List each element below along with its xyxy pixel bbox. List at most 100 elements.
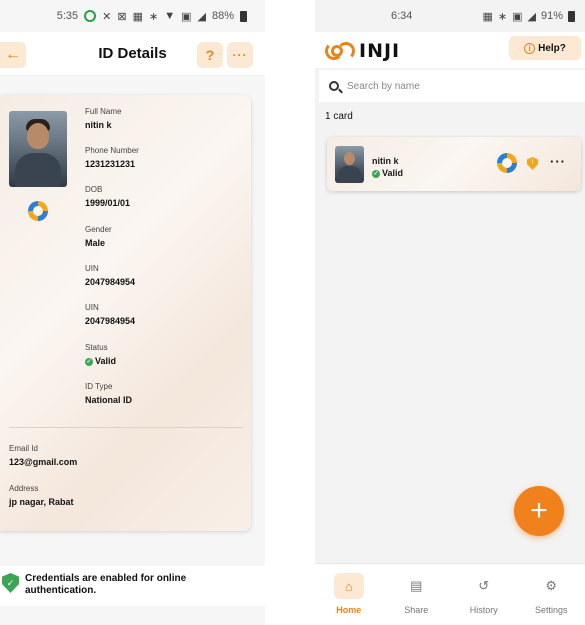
field-value: National ID: [85, 395, 133, 405]
field-full-name: Full Name nitin k: [85, 107, 121, 130]
field-gender: Gender Male: [85, 225, 112, 248]
field-value: Male: [85, 238, 106, 248]
home-icon: ⌂: [333, 573, 364, 599]
field-status: Status ✓ Valid: [85, 343, 116, 366]
field-value: 2047984954: [85, 277, 136, 287]
check-icon: ✓: [85, 357, 93, 366]
field-label: ID Type: [85, 382, 113, 391]
bottom-nav: ⌂ Home ▤ Share ↺ History ⚙ Settings: [315, 563, 585, 625]
divider: [9, 427, 243, 428]
field-email: Email Id 123@gmail.com: [9, 444, 77, 467]
field-dob: DOB 1999/01/01: [85, 185, 130, 208]
history-icon: ↺: [478, 578, 490, 593]
notice-text: Credentials are enabled for online authe…: [25, 573, 187, 596]
bluetooth-icon: ∗: [497, 10, 508, 23]
card-count: 1 card: [325, 111, 353, 122]
gear-icon: ⚙: [545, 578, 558, 593]
add-card-button[interactable]: +: [514, 486, 564, 536]
status-bar: 6:34 ▦ ∗ ▣ ◢ 91%: [315, 0, 585, 32]
help-button[interactable]: ?: [197, 42, 223, 68]
inji-logo: INJI: [325, 40, 400, 62]
brand-name: INJI: [359, 40, 401, 62]
page-header: ← ID Details ? ···: [0, 32, 265, 76]
field-value: jp nagar, Rabat: [9, 497, 74, 507]
field-label: Gender: [85, 225, 112, 234]
credential-card[interactable]: nitin k ✓ Valid ! ···: [327, 137, 581, 191]
tab-label: Settings: [534, 605, 568, 615]
profile-photo: [9, 111, 67, 187]
tab-label: Home: [336, 605, 362, 615]
field-id-type: ID Type National ID: [85, 382, 132, 405]
status-glyph: ▦: [482, 10, 493, 23]
search-placeholder: Search by name: [347, 80, 420, 92]
card-more-button[interactable]: ···: [550, 154, 566, 169]
field-label: DOB: [85, 185, 103, 194]
signal-icon: ◢: [197, 10, 206, 23]
shield-icon[interactable]: !: [527, 157, 538, 170]
battery-icon: [240, 10, 247, 22]
status-text: Valid: [95, 356, 117, 366]
check-icon: ✓: [372, 169, 380, 178]
status-glyph: ▣: [181, 10, 192, 23]
tab-label: History: [469, 605, 498, 615]
app-header: INJI i Help?: [315, 32, 585, 68]
help-button[interactable]: i Help?: [509, 36, 581, 60]
battery-icon: [568, 10, 575, 22]
help-label: Help?: [538, 42, 566, 54]
field-label: Email Id: [9, 444, 38, 453]
tab-history[interactable]: ↺ History: [450, 564, 518, 625]
battery-percent: 88%: [211, 10, 234, 22]
status-glyph: ▦: [132, 10, 143, 23]
online-auth-notice: ✓ Credentials are enabled for online aut…: [0, 566, 265, 606]
field-value: 2047984954: [85, 316, 136, 326]
wifi-icon: ▼: [164, 10, 176, 22]
status-time: 6:34: [391, 10, 413, 22]
card-holder-name: nitin k: [372, 156, 399, 166]
tab-share[interactable]: ▤ Share: [383, 564, 451, 625]
field-value: 1999/01/01: [85, 198, 131, 208]
status-text: Valid: [382, 168, 404, 178]
page-title: ID Details: [98, 45, 167, 62]
search-input[interactable]: Search by name: [319, 70, 585, 102]
status-bar: 5:35 ✕ ⊠ ▦ ∗ ▼ ▣ ◢ 88%: [0, 0, 265, 32]
status-glyph: ▣: [512, 10, 523, 23]
tab-label: Share: [404, 605, 429, 615]
field-label: UIN: [85, 303, 99, 312]
field-label: UIN: [85, 264, 99, 273]
field-address: Address jp nagar, Rabat: [9, 484, 74, 507]
field-phone: Phone Number 1231231231: [85, 146, 139, 169]
scan-icon: ▤: [410, 578, 423, 593]
signal-icon: ◢: [527, 10, 536, 23]
whatsapp-icon: [84, 10, 97, 22]
home-screen: 6:34 ▦ ∗ ▣ ◢ 91% INJI i Help? Search by …: [315, 0, 585, 625]
field-uin: UIN 2047984954: [85, 264, 135, 287]
issuer-logo-icon: [497, 153, 517, 173]
logo-mark-icon: [325, 42, 355, 60]
id-details-screen: 5:35 ✕ ⊠ ▦ ∗ ▼ ▣ ◢ 88% ← ID Details ? ··…: [0, 0, 265, 625]
bluetooth-icon: ∗: [148, 10, 159, 23]
status-time: 5:35: [56, 10, 79, 22]
field-label: Phone Number: [85, 146, 139, 155]
shield-check-icon: ✓: [2, 573, 19, 593]
field-uin: UIN 2047984954: [85, 303, 135, 326]
battery-percent: 91%: [540, 10, 563, 22]
profile-photo: [335, 146, 364, 183]
field-value: 1231231231: [85, 159, 136, 169]
more-options-button[interactable]: ···: [227, 42, 253, 68]
issuer-logo-icon: [28, 201, 48, 221]
field-value: nitin k: [85, 120, 112, 130]
id-card: Full Name nitin k Phone Number 123123123…: [0, 95, 251, 531]
status-icons: ▦ ∗ ▣ ◢ 91%: [482, 10, 575, 23]
field-value: ✓ Valid: [85, 356, 116, 366]
info-icon: i: [524, 42, 536, 54]
field-value: 123@gmail.com: [9, 457, 78, 467]
card-status: ✓ Valid: [372, 168, 403, 178]
screens: 5:35 ✕ ⊠ ▦ ∗ ▼ ▣ ◢ 88% ← ID Details ? ··…: [0, 0, 585, 625]
field-label: Address: [9, 484, 39, 493]
status-glyph: ✕: [102, 10, 112, 23]
field-label: Status: [85, 343, 108, 352]
status-glyph: ⊠: [117, 10, 127, 23]
search-icon: [329, 81, 339, 91]
tab-settings[interactable]: ⚙ Settings: [518, 564, 585, 625]
tab-home[interactable]: ⌂ Home: [315, 564, 383, 625]
